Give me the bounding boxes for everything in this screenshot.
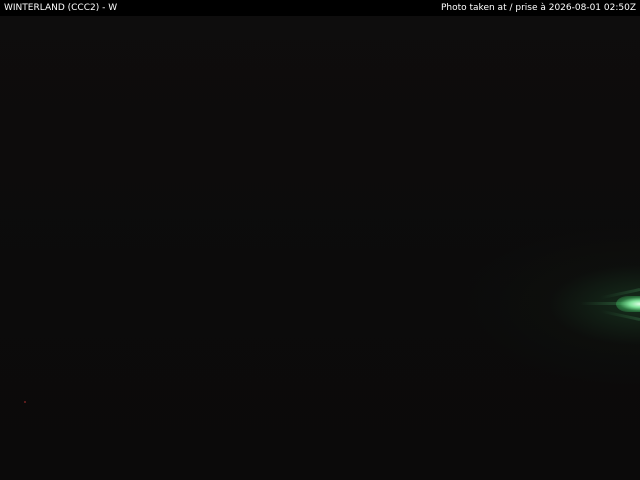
timestamp-label: Photo taken at / prise à 2026-08-01 02:5…: [440, 3, 636, 13]
night-sky-image: [0, 0, 640, 480]
webcam-frame: WINTERLAND (CCC2) - W Photo taken at / p…: [0, 0, 640, 480]
faint-red-dot: [24, 401, 26, 403]
station-label: WINTERLAND (CCC2) - W: [4, 3, 118, 13]
green-light-source: [616, 296, 640, 312]
caption-banner: WINTERLAND (CCC2) - W Photo taken at / p…: [0, 0, 640, 16]
